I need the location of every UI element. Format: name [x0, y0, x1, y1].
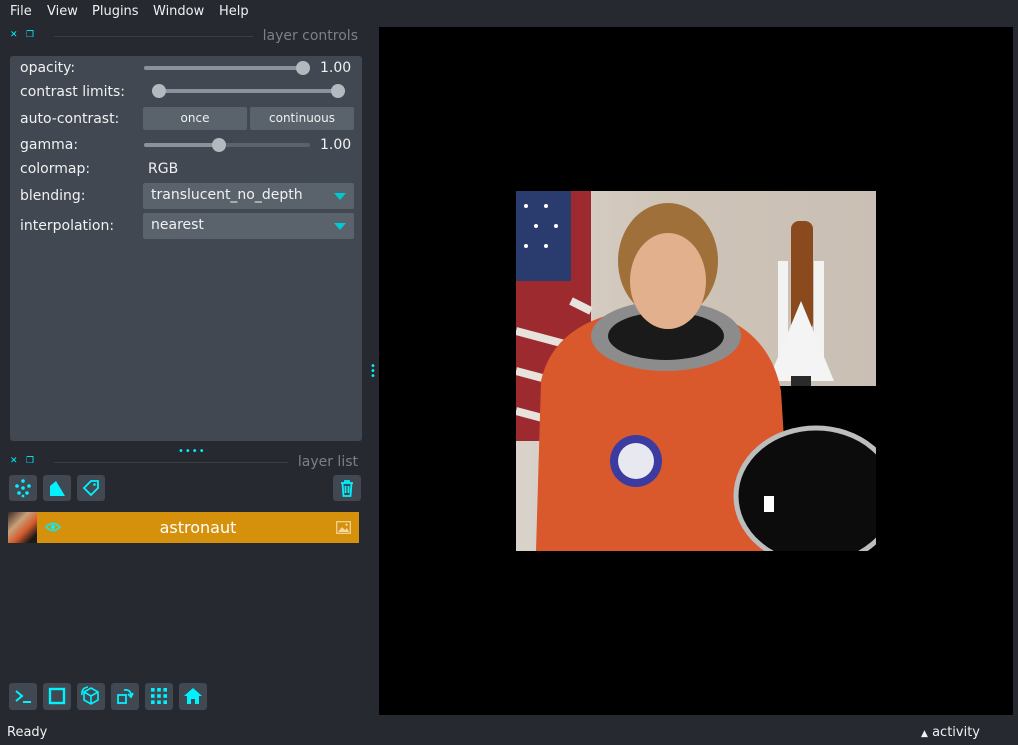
- activity-label: activity: [932, 725, 980, 740]
- new-points-layer-button[interactable]: [9, 475, 37, 501]
- cube-icon: [81, 686, 99, 705]
- tag-icon: [82, 480, 99, 497]
- trash-icon: [341, 480, 353, 497]
- float-dock-icon[interactable]: ❐: [26, 30, 36, 40]
- menu-file[interactable]: File: [10, 4, 32, 19]
- colormap-label: colormap:: [20, 161, 91, 177]
- menu-bar: File View Plugins Window Help: [0, 0, 1018, 24]
- new-shapes-layer-button[interactable]: [43, 475, 71, 501]
- transpose-button[interactable]: [111, 683, 139, 710]
- opacity-slider[interactable]: [144, 61, 310, 75]
- menu-plugins[interactable]: Plugins: [92, 4, 139, 19]
- layer-controls-panel: opacity: 1.00 contrast limits: auto-cont…: [10, 56, 362, 441]
- layer-list-header: ✕ ❐ layer list: [10, 454, 358, 470]
- ndisplay-button[interactable]: [43, 683, 71, 710]
- square-icon: [48, 687, 66, 705]
- layer-thumbnail: [8, 512, 37, 543]
- chevron-up-icon: ▲: [921, 729, 928, 739]
- chevron-down-icon: [334, 193, 346, 200]
- terminal-icon: [15, 690, 31, 703]
- roll-dims-button[interactable]: [77, 683, 105, 710]
- interpolation-label: interpolation:: [20, 218, 115, 234]
- blending-value: translucent_no_depth: [151, 187, 303, 203]
- auto-contrast-once-button[interactable]: once: [143, 107, 247, 130]
- gamma-value: 1.00: [320, 137, 352, 153]
- home-icon: [184, 688, 202, 704]
- close-dock-icon[interactable]: ✕: [10, 30, 20, 40]
- viewer-canvas[interactable]: [379, 27, 1013, 715]
- grid-view-button[interactable]: [145, 683, 173, 710]
- points-icon: [15, 479, 31, 498]
- contrast-high-handle[interactable]: [331, 84, 345, 98]
- gamma-label: gamma:: [20, 137, 79, 153]
- layer-item-astronaut[interactable]: astronaut: [8, 512, 359, 543]
- shapes-icon: [50, 481, 65, 496]
- colormap-value: RGB: [148, 161, 179, 177]
- chevron-down-icon: [334, 223, 346, 230]
- layer-controls-header: ✕ ❐ layer controls: [10, 28, 358, 44]
- contrast-low-handle[interactable]: [152, 84, 166, 98]
- gamma-slider-fill: [144, 143, 220, 147]
- contrast-limits-label: contrast limits:: [20, 84, 125, 100]
- interpolation-dropdown[interactable]: nearest: [143, 213, 354, 239]
- astronaut-picture: [516, 191, 876, 551]
- opacity-slider-fill: [144, 66, 303, 70]
- opacity-value: 1.00: [320, 60, 352, 76]
- console-button[interactable]: [9, 683, 37, 710]
- blending-label: blending:: [20, 188, 86, 204]
- home-button[interactable]: [179, 683, 207, 710]
- interpolation-value: nearest: [151, 217, 204, 233]
- rotate-icon: [117, 688, 134, 704]
- layer-name[interactable]: astronaut: [37, 518, 359, 537]
- status-bar: Ready ▲ activity: [0, 722, 1018, 745]
- dock-splitter-handle[interactable]: • • •: [370, 362, 376, 382]
- layer-list-title: layer list: [287, 454, 358, 470]
- menu-view[interactable]: View: [47, 4, 78, 19]
- blending-dropdown[interactable]: translucent_no_depth: [143, 183, 354, 209]
- opacity-label: opacity:: [20, 60, 76, 76]
- gamma-slider[interactable]: [144, 138, 310, 152]
- auto-contrast-label: auto-contrast:: [20, 111, 120, 127]
- auto-contrast-continuous-button[interactable]: continuous: [250, 107, 354, 130]
- image-icon: [336, 521, 351, 534]
- grid-icon: [151, 688, 167, 704]
- float-dock-icon[interactable]: ❐: [26, 456, 36, 466]
- contrast-limits-slider[interactable]: [152, 84, 345, 98]
- gamma-slider-handle[interactable]: [212, 138, 227, 152]
- menu-help[interactable]: Help: [219, 4, 249, 19]
- layer-item-body[interactable]: astronaut: [37, 512, 359, 543]
- menu-window[interactable]: Window: [153, 4, 204, 19]
- opacity-slider-handle[interactable]: [296, 61, 310, 75]
- layer-controls-title: layer controls: [252, 28, 358, 44]
- activity-button[interactable]: ▲ activity: [921, 725, 980, 740]
- status-text: Ready: [7, 725, 48, 740]
- astronaut-image: [516, 191, 876, 551]
- delete-layer-button[interactable]: [333, 475, 361, 501]
- new-labels-layer-button[interactable]: [77, 475, 105, 501]
- close-dock-icon[interactable]: ✕: [10, 456, 20, 466]
